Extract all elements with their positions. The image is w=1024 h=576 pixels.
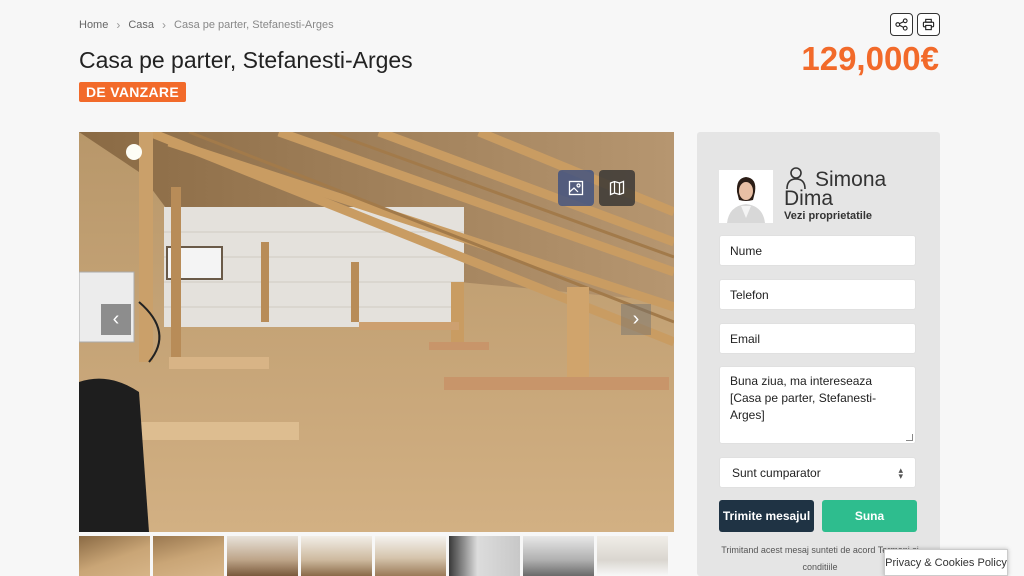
role-select[interactable]: Sunt cumparator ▴ ▾ (719, 457, 916, 488)
message-text: Buna ziua, ma intereseaza [Casa pe parte… (730, 374, 877, 422)
map-icon (609, 180, 625, 196)
gallery-prev-button[interactable]: ‹ (101, 304, 131, 335)
image-icon (568, 180, 584, 196)
thumbnail-strip (79, 536, 674, 576)
name-field[interactable] (719, 235, 916, 266)
send-message-button[interactable]: Trimite mesajul (719, 500, 814, 532)
gallery-thumbnail[interactable] (375, 536, 446, 576)
print-icon (922, 18, 935, 31)
role-select-value: Sunt cumparator (732, 465, 821, 480)
gallery-map-button[interactable] (599, 170, 635, 206)
chevron-right-icon: › (116, 18, 121, 32)
breadcrumb-category[interactable]: Casa (128, 19, 154, 31)
chevron-up-down-icon: ▴ ▾ (898, 464, 903, 481)
breadcrumb-current: Casa pe parter, Stefanesti-Arges (174, 19, 334, 31)
gallery-thumbnail[interactable] (79, 536, 150, 576)
email-field[interactable] (719, 323, 916, 354)
chevron-right-icon: › (162, 18, 167, 32)
share-icon (895, 18, 908, 31)
status-badge: DE VANZARE (79, 82, 186, 102)
resize-handle-icon[interactable] (906, 434, 913, 441)
message-textarea[interactable]: Buna ziua, ma intereseaza [Casa pe parte… (719, 366, 916, 444)
photo-gallery[interactable]: ‹ › (79, 132, 674, 532)
breadcrumb-home[interactable]: Home (79, 19, 108, 31)
phone-field[interactable] (719, 279, 916, 310)
print-button[interactable] (917, 13, 940, 36)
page-title: Casa pe parter, Stefanesti-Arges (79, 47, 413, 73)
contact-panel: Simona Dima Vezi proprietatile Buna ziua… (697, 132, 940, 576)
listing-tools (890, 13, 940, 36)
gallery-next-button[interactable]: › (621, 304, 651, 335)
gallery-thumbnail[interactable] (449, 536, 520, 576)
gallery-thumbnail[interactable] (227, 536, 298, 576)
gallery-thumbnail[interactable] (153, 536, 224, 576)
agent-properties-link[interactable]: Vezi proprietatile (784, 210, 872, 222)
breadcrumb: Home › Casa › Casa pe parter, Stefanesti… (79, 18, 334, 32)
gallery-thumbnail[interactable] (301, 536, 372, 576)
cookie-policy-button[interactable]: Privacy & Cookies Policy (884, 549, 1008, 576)
gallery-images-button[interactable] (558, 170, 594, 206)
avatar[interactable] (719, 170, 773, 223)
gallery-thumbnail[interactable] (597, 536, 668, 576)
gallery-thumbnail[interactable] (523, 536, 594, 576)
call-button[interactable]: Suna (822, 500, 917, 532)
listing-price: 129,000€ (801, 40, 939, 77)
agent-name: Simona Dima (784, 168, 887, 210)
share-button[interactable] (890, 13, 913, 36)
